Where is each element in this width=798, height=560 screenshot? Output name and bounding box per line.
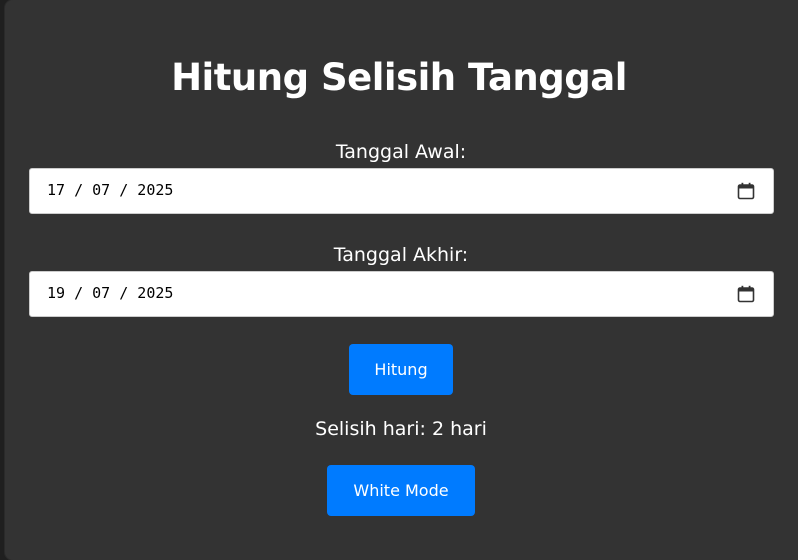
end-date-input[interactable]: 19 / 07 / 2025	[29, 271, 774, 317]
end-date-label: Tanggal Akhir:	[333, 244, 469, 266]
start-date-value: 17 / 07 / 2025	[47, 181, 174, 199]
page-title: Hitung Selisih Tanggal	[171, 56, 627, 99]
start-date-input[interactable]: 17 / 07 / 2025	[29, 168, 774, 214]
calendar-icon[interactable]	[737, 285, 755, 303]
white-mode-button[interactable]: White Mode	[327, 465, 475, 516]
start-date-label: Tanggal Awal:	[335, 141, 467, 163]
result-text: Selisih hari: 2 hari	[315, 418, 487, 440]
calculate-button[interactable]: Hitung	[349, 344, 453, 395]
end-date-value: 19 / 07 / 2025	[47, 284, 174, 302]
calendar-icon[interactable]	[737, 182, 755, 200]
